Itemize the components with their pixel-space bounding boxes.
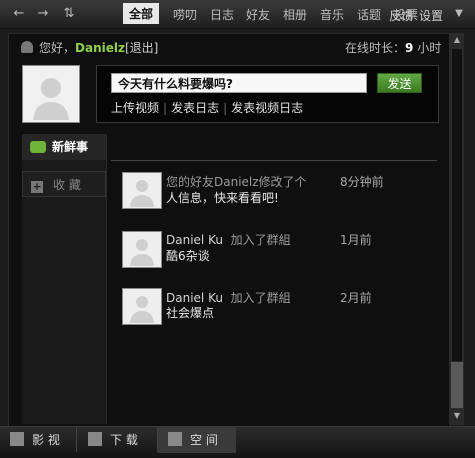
avatar-silhouette-icon [130,180,154,207]
feed-item-text: 您的好友Danielz修改了个 [166,173,307,190]
chat-bubble-icon [30,141,46,153]
online-label: 在线时长： [345,41,406,55]
feed-avatar[interactable] [122,231,162,268]
tab-music[interactable]: 音乐 [320,6,344,23]
feed-tabs [111,134,437,161]
post-video-blog-link[interactable]: 发表视频日志 [231,101,303,115]
avatar-silhouette-icon [130,296,154,323]
film-icon [10,432,24,446]
feed-item-action: 加入了群組 [230,291,291,305]
tab-topics[interactable]: 话题 [357,6,381,23]
download-icon [88,432,102,446]
settings-link[interactable]: 设置 [419,7,443,24]
greeting-text: 您好， [39,41,76,55]
feed-avatar[interactable] [122,288,162,325]
dropdown-icon[interactable]: ▼ [450,6,468,22]
back-arrow-icon[interactable]: ← [10,6,28,22]
scroll-thumb[interactable] [451,362,463,408]
feed-item-header: Daniel Ku 加入了群組 [166,231,291,248]
avatar[interactable] [22,65,80,123]
feed-item-time: 8分钟前 [340,175,384,189]
video-label: 影 视 [32,433,60,447]
video-button[interactable]: 影 视 [0,427,76,453]
plus-icon: + [31,180,43,193]
feed-item-username[interactable]: Daniel Ku [166,233,223,247]
nav-item-favorites[interactable]: + 收 藏 [22,171,106,197]
status-input[interactable]: 今天有什么料要爆吗? [111,73,367,93]
feed-item-line2: 人信息，快来看看吧! [166,191,279,205]
feed-item-action: 加入了群組 [230,233,291,247]
refresh-icon[interactable]: ⇅ [60,6,78,22]
divider [76,428,77,452]
send-button[interactable]: 发送 [377,73,422,93]
user-icon [21,41,33,53]
feed-item-group[interactable]: 社会爆点 [166,304,214,321]
feed-item-username[interactable]: Daniel Ku [166,291,223,305]
forward-arrow-icon[interactable]: → [34,6,52,22]
feed-avatar[interactable] [122,172,162,209]
post-blog-link[interactable]: 发表日志 [171,101,219,115]
scroll-down-icon[interactable]: ▼ [450,409,464,423]
avatar-silhouette-icon [33,78,69,120]
space-button[interactable]: 空 间 [158,427,236,453]
feed-item-time: 1月前 [340,233,372,247]
upload-video-link[interactable]: 上传视频 [111,101,159,115]
logout-link[interactable]: [退出] [125,41,158,55]
tab-album[interactable]: 相册 [283,6,307,23]
edit-icon [168,432,182,446]
feed-item-line1: 您的好友Danielz修改了个 [166,175,307,189]
nav-item-fresh-label: 新鲜事 [52,140,89,154]
tab-chatter[interactable]: 唠叨 [173,6,197,23]
greeting: 您好，Danielz[退出] [21,39,158,56]
online-time: 在线时长：9 小时 [345,39,441,56]
download-button[interactable]: 下 载 [78,427,156,453]
online-unit: 小时 [417,41,442,55]
tab-friends[interactable]: 好友 [246,6,270,23]
post-actions: 上传视频 | 发表日志 | 发表视频日志 [111,101,304,115]
nav-item-favorites-label: 收 藏 [53,178,81,192]
space-label: 空 间 [190,433,218,447]
tab-votes[interactable]: 投票 [394,6,418,23]
username[interactable]: Danielz [75,41,125,55]
feed-item-time: 2月前 [340,291,372,305]
tab-blog[interactable]: 日志 [210,6,234,23]
online-hours: 9 [405,41,414,55]
scroll-track[interactable] [452,49,462,361]
download-label: 下 载 [110,433,138,447]
tab-all[interactable]: 全部 [123,3,160,24]
avatar-silhouette-icon [130,239,154,266]
nav-item-fresh[interactable]: 新鲜事 [22,134,106,160]
scroll-up-icon[interactable]: ▲ [450,33,464,47]
feed-item-group[interactable]: 酷6杂谈 [166,247,210,264]
